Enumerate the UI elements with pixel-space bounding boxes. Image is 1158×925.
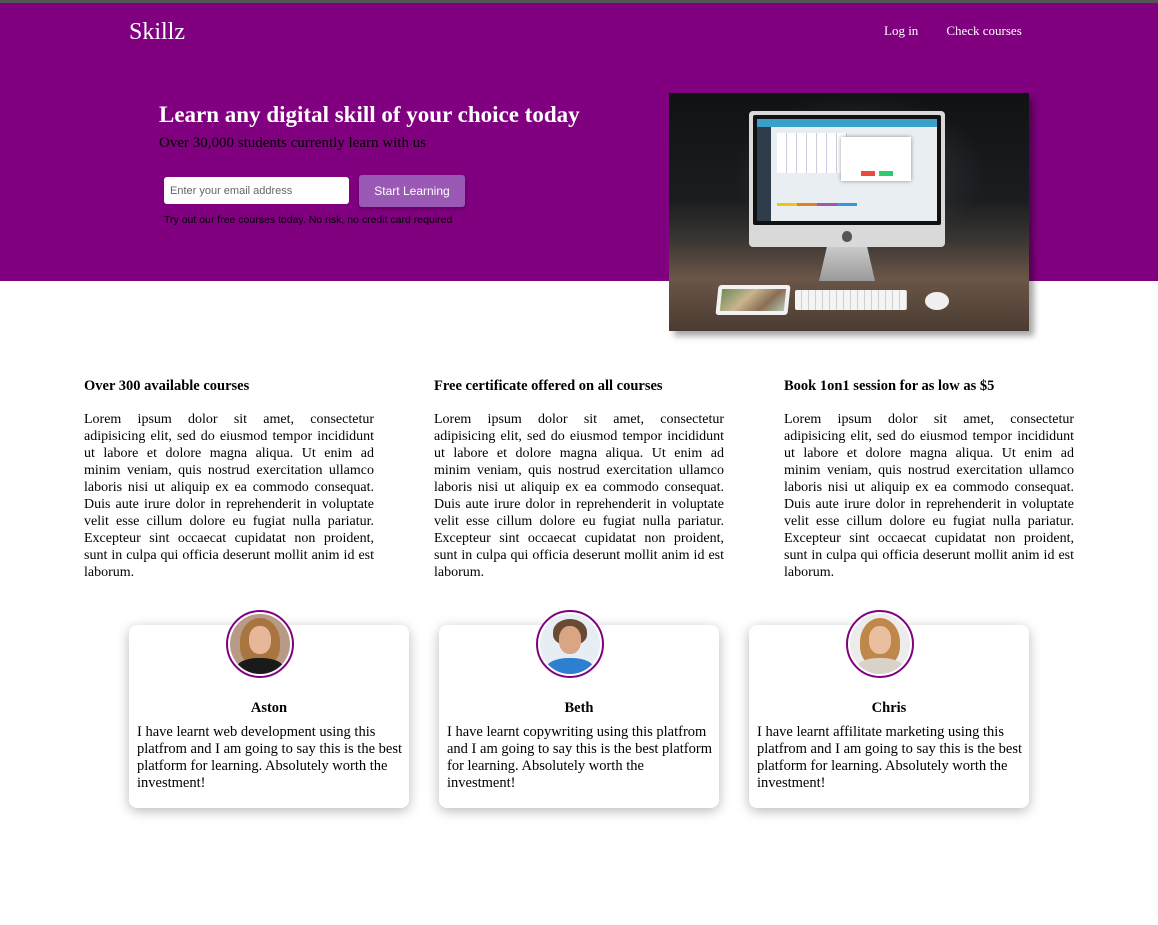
- avatar-clothing: [236, 658, 284, 674]
- main-nav: Log in Check courses: [884, 23, 1022, 39]
- tablet-device: [715, 285, 791, 315]
- feature-title: Book 1on1 session for as low as $5: [784, 378, 995, 394]
- nav-link-check-courses[interactable]: Check courses: [946, 23, 1021, 39]
- start-learning-button[interactable]: Start Learning: [359, 175, 465, 207]
- feature-session: Book 1on1 session for as low as $5 Lorem…: [784, 378, 1074, 581]
- screen-sidebar: [757, 127, 771, 221]
- screen-app-bar: [757, 119, 937, 127]
- dialog-red-button: [861, 171, 875, 176]
- testimonial-quote: I have learnt copywriting using this pla…: [447, 724, 712, 791]
- mouse: [925, 292, 949, 310]
- nav-link-login[interactable]: Log in: [884, 23, 918, 39]
- testimonial-card: Chris I have learnt affilitate marketing…: [749, 610, 1029, 808]
- testimonial-name: Chris: [871, 700, 907, 716]
- avatar-photo: [540, 614, 600, 674]
- avatar-face: [559, 626, 581, 654]
- feature-body: Lorem ipsum dolor sit amet, consectetur …: [84, 412, 374, 580]
- avatar-photo: [230, 614, 290, 674]
- cta-fine-print: Try out our free courses today. No risk,…: [164, 214, 453, 226]
- feature-title: Over 300 available courses: [84, 378, 250, 394]
- testimonial-name: Aston: [250, 700, 288, 716]
- avatar-face: [869, 626, 891, 654]
- avatar-clothing: [546, 658, 594, 674]
- feature-title: Free certificate offered on all courses: [434, 378, 663, 394]
- hero-image-imac: [669, 93, 1029, 331]
- hero-subtitle: Over 30,000 students currently learn wit…: [159, 135, 427, 151]
- dialog-green-button: [879, 171, 893, 176]
- avatar-face: [249, 626, 271, 654]
- apple-logo-icon: [842, 231, 852, 242]
- avatar-clothing: [856, 658, 904, 674]
- hero-title: Learn any digital skill of your choice t…: [159, 102, 580, 127]
- avatar: [226, 610, 294, 678]
- imac-stand: [819, 247, 875, 281]
- screen-calendar: [777, 133, 847, 173]
- screen-dialog: [841, 137, 911, 181]
- avatar: [536, 610, 604, 678]
- screen-color-stripe: [777, 203, 857, 206]
- testimonial-quote: I have learnt affilitate marketing using…: [757, 724, 1022, 791]
- testimonial-card: Aston I have learnt web development usin…: [129, 610, 409, 808]
- email-input[interactable]: [164, 177, 349, 204]
- keyboard: [795, 290, 907, 310]
- testimonial-card: Beth I have learnt copywriting using thi…: [439, 610, 719, 808]
- testimonial-name: Beth: [564, 700, 594, 716]
- avatar-photo: [850, 614, 910, 674]
- site-logo[interactable]: Skillz: [129, 19, 185, 46]
- feature-certificate: Free certificate offered on all courses …: [434, 378, 724, 581]
- avatar: [846, 610, 914, 678]
- testimonial-quote: I have learnt web development using this…: [137, 724, 402, 791]
- monitor-screen: [757, 119, 937, 221]
- feature-body: Lorem ipsum dolor sit amet, consectetur …: [784, 412, 1074, 580]
- feature-courses: Over 300 available courses Lorem ipsum d…: [84, 378, 374, 581]
- feature-body: Lorem ipsum dolor sit amet, consectetur …: [434, 412, 724, 580]
- imac-monitor: [749, 111, 945, 247]
